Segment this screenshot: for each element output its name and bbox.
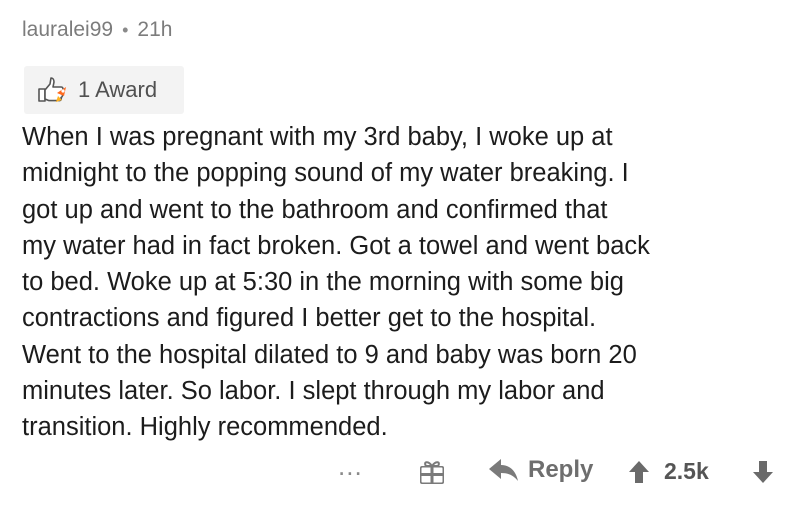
comment-body: When I was pregnant with my 3rd baby, I … [22, 119, 782, 446]
comment-body-line: Went to the hospital dilated to 9 and ba… [22, 340, 637, 369]
comment-body-line: midnight to the popping sound of my wate… [22, 159, 629, 188]
comment-action-bar: ... Reply 2.5k [0, 452, 800, 492]
comment-body-line: transition. Highly recommended. [22, 413, 388, 442]
comment-meta: lauralei99 • 21h [22, 18, 172, 42]
comment-body-line: to bed. Woke up at 5:30 in the morning w… [22, 268, 624, 297]
downvote-arrow-icon[interactable] [752, 460, 774, 484]
comment-body-line: got up and went to the bathroom and conf… [22, 195, 608, 224]
more-options-button[interactable]: ... [338, 453, 363, 479]
comment: lauralei99 • 21h 1 Award When I was preg… [0, 0, 800, 512]
reply-arrow-icon [489, 459, 518, 481]
comment-body-line: minutes later. So labor. I slept through… [22, 377, 605, 406]
helpful-award-icon [38, 77, 66, 102]
award-count-label: 1 Award [78, 77, 158, 102]
comment-age[interactable]: 21h [137, 18, 172, 42]
reply-button[interactable]: Reply [488, 456, 593, 484]
meta-separator: • [122, 19, 129, 40]
comment-body-line: When I was pregnant with my 3rd baby, I … [22, 123, 613, 151]
reply-label: Reply [528, 456, 594, 483]
author-username[interactable]: lauralei99 [22, 18, 113, 42]
award-badge[interactable]: 1 Award [24, 66, 184, 114]
gift-icon[interactable] [418, 458, 446, 486]
vote-score: 2.5k [664, 458, 709, 484]
comment-body-line: my water had in fact broken. Got a towel… [22, 231, 650, 260]
comment-body-line: contractions and figured I better get to… [22, 304, 597, 333]
upvote-arrow-icon[interactable] [628, 460, 650, 484]
